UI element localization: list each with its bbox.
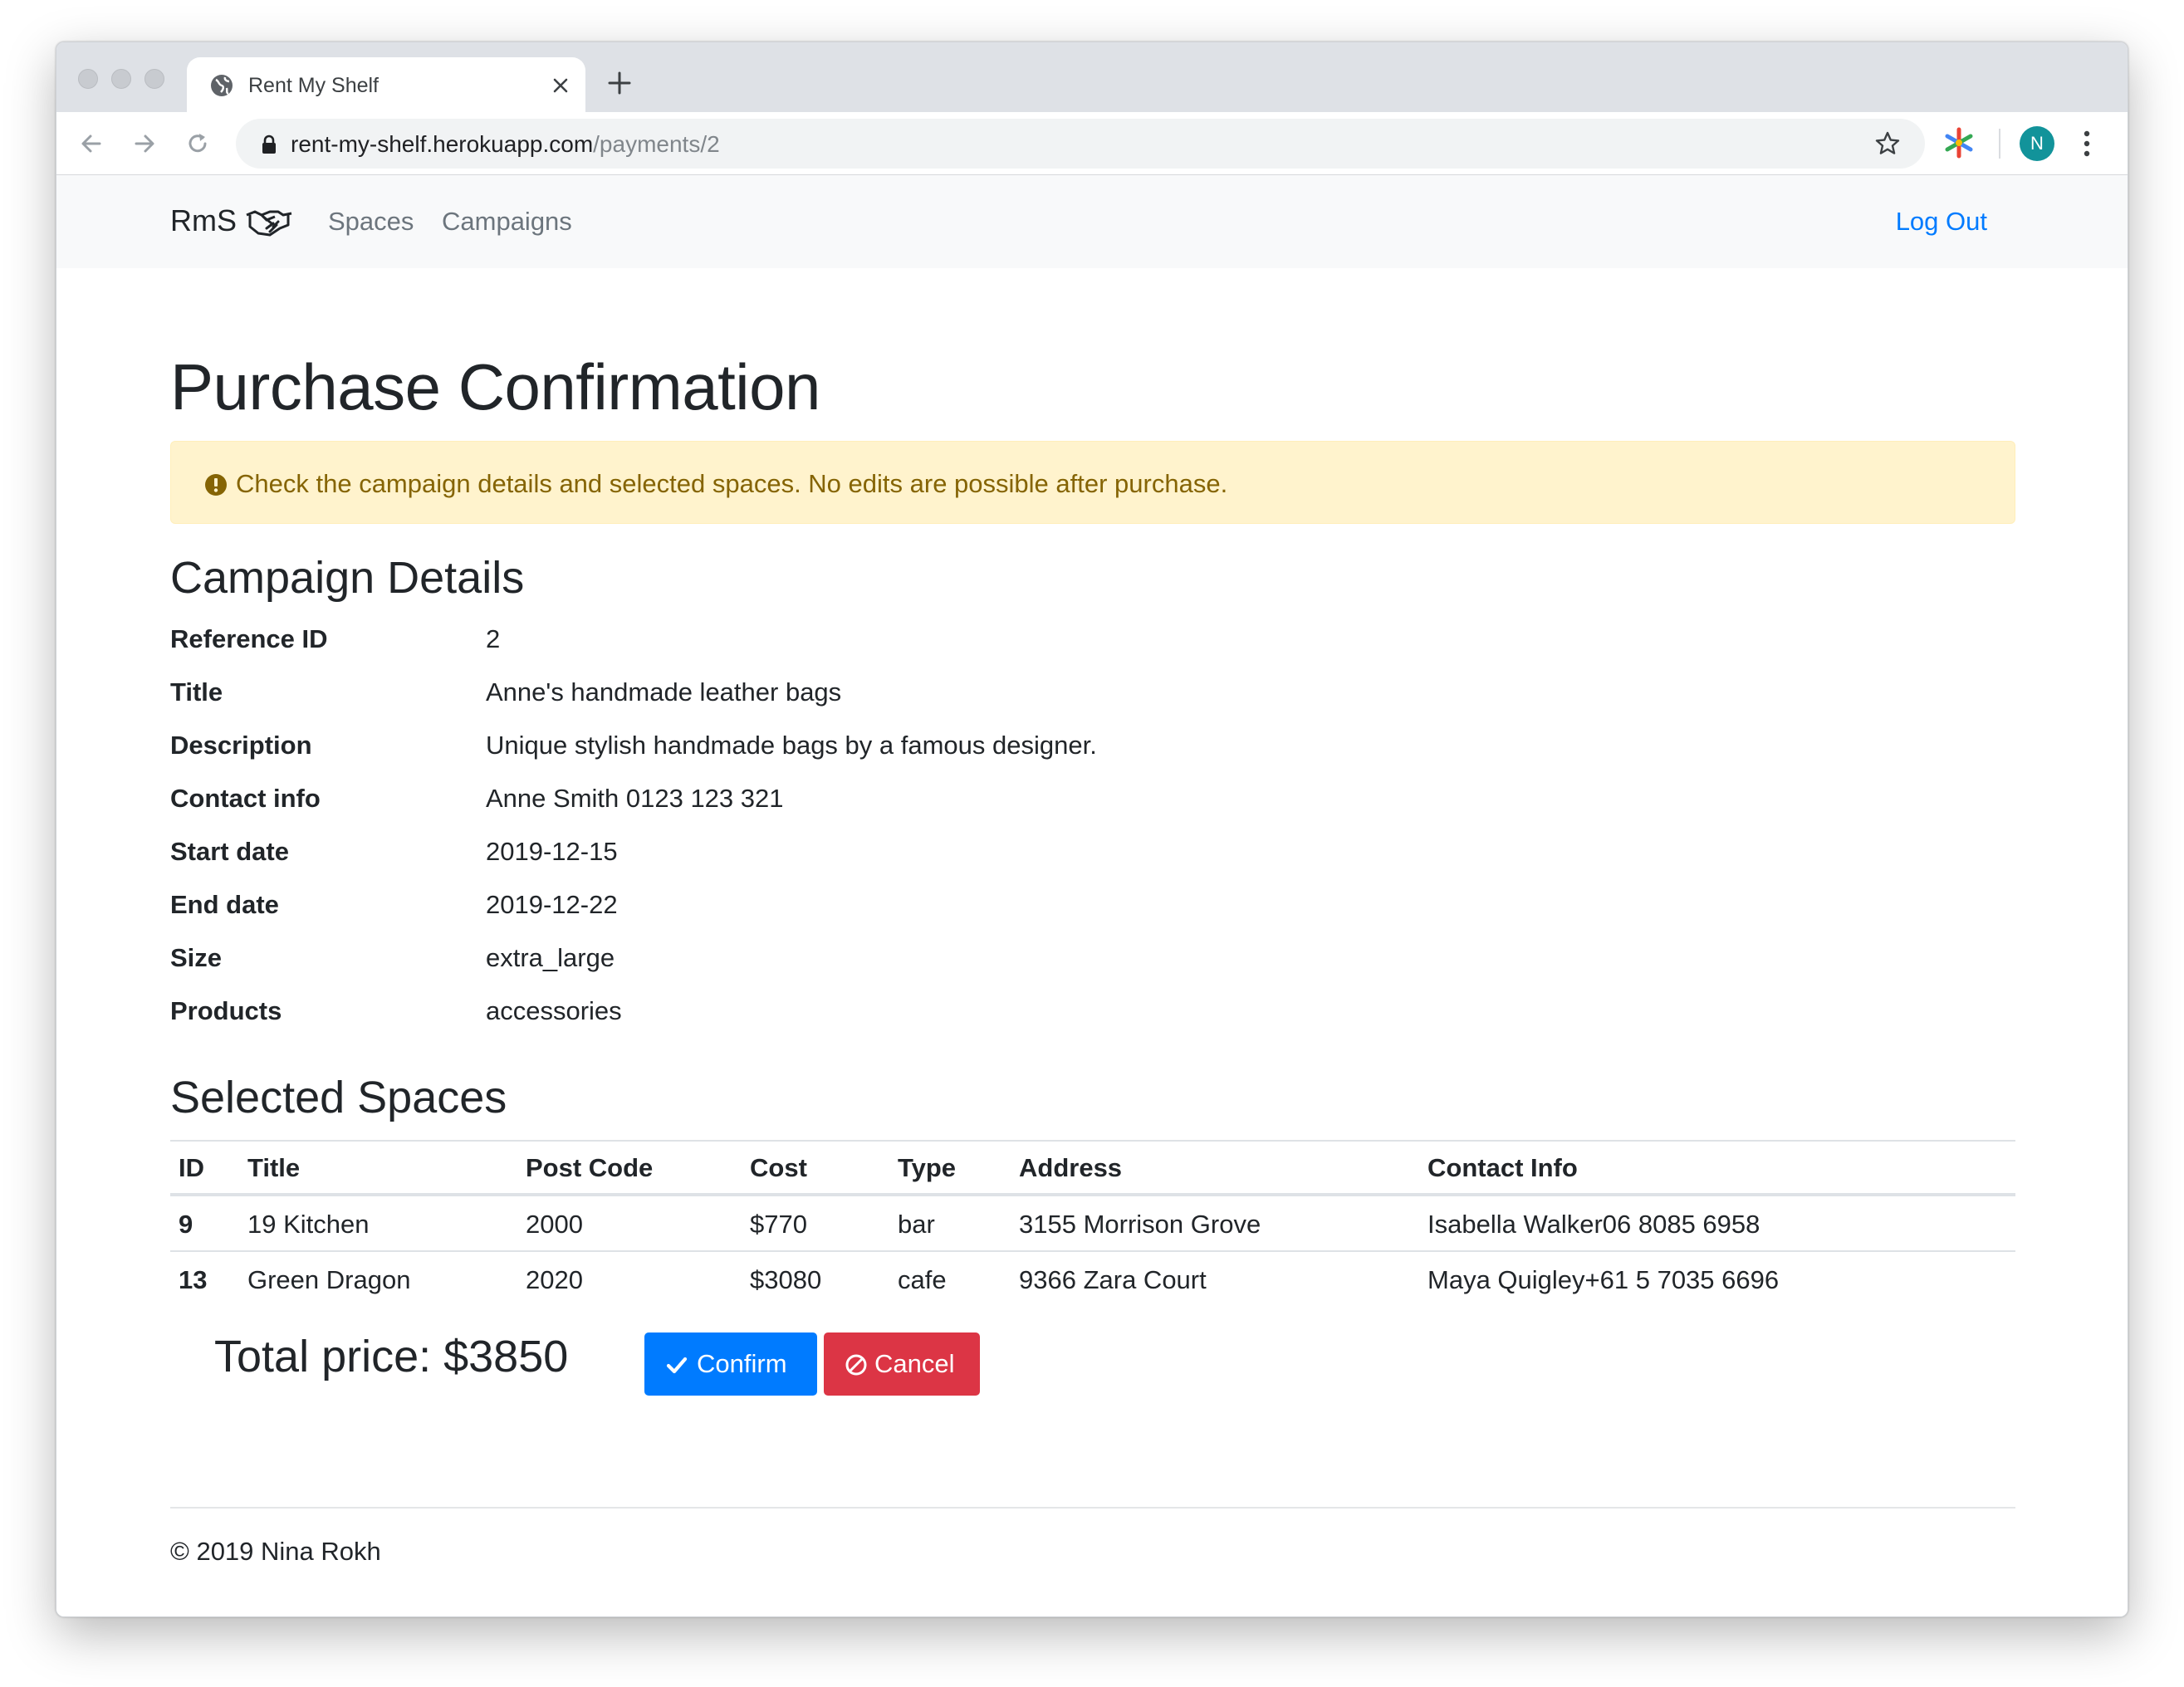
site-navbar: RmS Spaces Campaigns Log Out — [56, 175, 2128, 268]
ban-icon — [845, 1354, 867, 1376]
detail-label: Title — [170, 677, 223, 707]
space-contact: Maya Quigley+61 5 7035 6696 — [1427, 1265, 1780, 1294]
space-type: cafe — [898, 1265, 947, 1294]
reload-icon[interactable] — [183, 129, 213, 159]
confirm-button[interactable]: Confirm — [644, 1332, 817, 1396]
column-header: ID — [179, 1153, 204, 1182]
campaign-details-heading: Campaign Details — [170, 553, 525, 603]
close-window-button[interactable] — [78, 69, 98, 89]
footer-copyright: © 2019 Nina Rokh — [170, 1537, 381, 1566]
space-cost: $770 — [750, 1210, 807, 1239]
back-arrow-icon[interactable] — [76, 129, 106, 159]
zoom-window-button[interactable] — [144, 69, 164, 89]
column-header: Type — [898, 1153, 957, 1182]
bookmark-star-icon[interactable] — [1874, 130, 1901, 157]
close-tab-icon[interactable] — [549, 74, 572, 97]
column-header: Post Code — [526, 1153, 654, 1182]
logout-link[interactable]: Log Out — [1896, 207, 1987, 237]
url-host: rent-my-shelf.herokuapp.com — [291, 131, 594, 157]
space-type: bar — [898, 1210, 935, 1239]
detail-row-products: Products accessories — [170, 996, 1416, 1038]
column-header: Title — [247, 1153, 301, 1182]
space-post-code: 2020 — [526, 1265, 583, 1294]
forward-arrow-icon[interactable] — [130, 129, 159, 159]
space-id: 9 — [179, 1210, 193, 1239]
alert-message: Check the campaign details and selected … — [236, 469, 1228, 498]
spaces-table: ID Title Post Code Cost Type Address Con… — [170, 1140, 2015, 1308]
detail-label: Reference ID — [170, 624, 328, 653]
url-path: /payments/2 — [593, 131, 720, 157]
globe-icon — [211, 75, 233, 96]
column-header: Cost — [750, 1153, 807, 1182]
space-address: 9366 Zara Court — [1019, 1265, 1207, 1294]
detail-row-start-date: Start date 2019-12-15 — [170, 837, 1416, 878]
browser-tab[interactable]: Rent My Shelf — [187, 57, 585, 114]
space-address: 3155 Morrison Grove — [1019, 1210, 1261, 1239]
table-row: 13 Green Dragon 2020 $3080 cafe 9366 Zar… — [170, 1252, 2015, 1308]
cancel-button[interactable]: Cancel — [824, 1332, 980, 1396]
detail-row-contact-info: Contact info Anne Smith 0123 123 321 — [170, 784, 1416, 825]
detail-row-size: Size extra_large — [170, 943, 1416, 985]
new-tab-icon[interactable] — [605, 69, 634, 97]
nav-link-spaces[interactable]: Spaces — [328, 207, 414, 237]
tab-strip: Rent My Shelf — [56, 42, 2128, 114]
profile-avatar[interactable]: N — [2020, 126, 2054, 161]
detail-value: Anne's handmade leather bags — [486, 677, 842, 707]
minimize-window-button[interactable] — [111, 69, 131, 89]
selected-spaces-heading: Selected Spaces — [170, 1073, 507, 1122]
url-text: rent-my-shelf.herokuapp.com/payments/2 — [291, 131, 720, 158]
detail-row-end-date: End date 2019-12-22 — [170, 890, 1416, 932]
table-row: 9 19 Kitchen 2000 $770 bar 3155 Morrison… — [170, 1196, 2015, 1252]
nav-link-campaigns[interactable]: Campaigns — [442, 207, 572, 237]
detail-value: Unique stylish handmade bags by a famous… — [486, 731, 1097, 760]
space-title: 19 Kitchen — [247, 1210, 370, 1239]
browser-window: Rent My Shelf rent-my-shelf.herokuapp.co… — [56, 42, 2128, 1617]
space-cost: $3080 — [750, 1265, 822, 1294]
browser-toolbar: rent-my-shelf.herokuapp.com/payments/2 N — [56, 112, 2128, 175]
detail-value: 2 — [486, 624, 501, 653]
column-header: Address — [1019, 1153, 1123, 1182]
warning-alert: Check the campaign details and selected … — [170, 441, 2015, 524]
detail-label: End date — [170, 890, 279, 919]
space-id: 13 — [179, 1265, 208, 1294]
table-header-row: ID Title Post Code Cost Type Address Con… — [170, 1140, 2015, 1196]
detail-value: 2019-12-15 — [486, 837, 618, 866]
page-viewport: RmS Spaces Campaigns Log Out Purchase Co… — [56, 175, 2128, 1616]
address-bar[interactable]: rent-my-shelf.herokuapp.com/payments/2 — [236, 119, 1925, 169]
brand-logo-text[interactable]: RmS — [170, 203, 237, 238]
space-post-code: 2000 — [526, 1210, 583, 1239]
cancel-button-label: Cancel — [874, 1349, 955, 1378]
detail-value: 2019-12-22 — [486, 890, 618, 919]
exclamation-circle-icon — [205, 474, 227, 496]
detail-label: Products — [170, 996, 282, 1025]
confirm-button-label: Confirm — [697, 1349, 787, 1378]
detail-row-title: Title Anne's handmade leather bags — [170, 677, 1416, 719]
lock-icon — [262, 134, 276, 154]
detail-row-reference-id: Reference ID 2 — [170, 624, 1416, 666]
detail-value: extra_large — [486, 943, 615, 972]
page-title: Purchase Confirmation — [170, 350, 820, 423]
space-title: Green Dragon — [247, 1265, 411, 1294]
tab-title: Rent My Shelf — [248, 74, 380, 97]
detail-label: Start date — [170, 837, 289, 866]
more-menu-icon[interactable] — [2081, 127, 2093, 160]
handshake-icon — [246, 210, 292, 237]
checkmark-icon — [666, 1357, 688, 1374]
space-contact: Isabella Walker06 8085 6958 — [1427, 1210, 1760, 1239]
detail-value: Anne Smith 0123 123 321 — [486, 784, 784, 813]
detail-label: Description — [170, 731, 312, 760]
total-price: Total price: $3850 — [214, 1332, 569, 1381]
footer-divider — [170, 1507, 2015, 1509]
extension-icon[interactable] — [1942, 125, 1976, 160]
detail-label: Contact info — [170, 784, 321, 813]
detail-row-description: Description Unique stylish handmade bags… — [170, 731, 1416, 772]
toolbar-separator — [1999, 129, 2000, 159]
column-header: Contact Info — [1427, 1153, 1578, 1182]
detail-label: Size — [170, 943, 223, 972]
detail-value: accessories — [486, 996, 622, 1025]
